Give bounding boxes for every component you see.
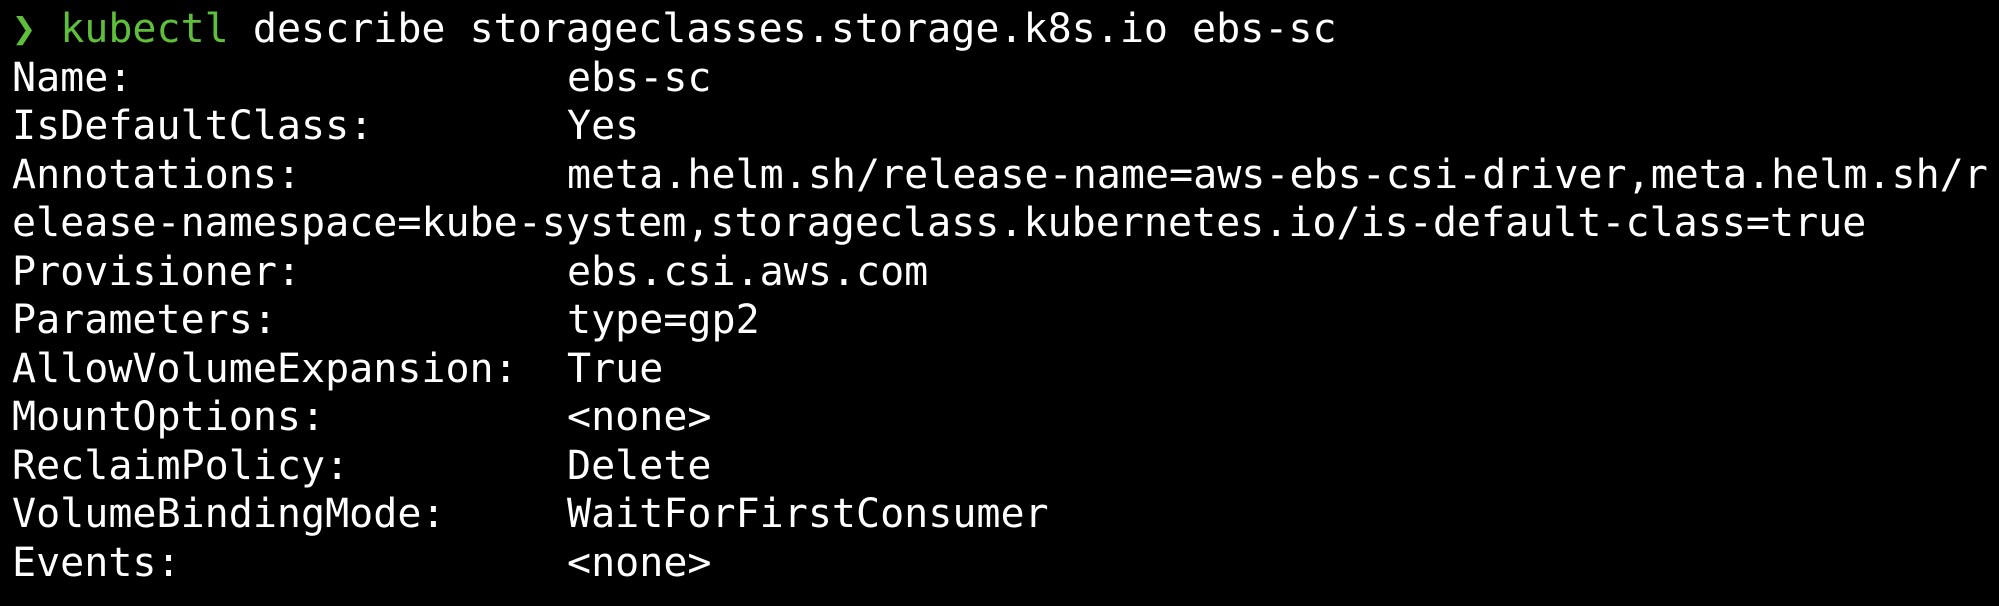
field-value: <none>: [567, 539, 712, 586]
field-value: WaitForFirstConsumer: [567, 491, 1049, 537]
output-line-annotations-continued: elease-namespace=kube-system,storageclas…: [0, 199, 1999, 248]
terminal-window[interactable]: ❯ kubectl describe storageclasses.storag…: [0, 0, 1999, 606]
command-arguments: describe storageclasses.storage.k8s.io e…: [252, 6, 1337, 52]
output-line-events: Events: <none>: [0, 539, 1999, 588]
output-line-mountoptions: MountOptions: <none>: [0, 393, 1999, 442]
command-binary: kubectl: [60, 6, 229, 52]
output-line-volumebindingmode: VolumeBindingMode: WaitForFirstConsumer: [0, 490, 1999, 539]
field-value-continued: elease-namespace=kube-system,storageclas…: [12, 200, 1867, 246]
output-line-provisioner: Provisioner: ebs.csi.aws.com: [0, 248, 1999, 297]
field-value: True: [567, 345, 664, 392]
field-value: type=gp2: [567, 297, 760, 343]
field-label: ReclaimPolicy:: [12, 442, 350, 489]
prompt-chevron-icon: ❯: [12, 6, 37, 52]
field-value: ebs-sc: [567, 54, 712, 101]
field-label: Parameters:: [12, 297, 277, 343]
output-line-annotations: Annotations: meta.helm.sh/release-name=aw…: [0, 151, 1999, 200]
field-label: IsDefaultClass:: [12, 103, 374, 149]
field-value: Delete: [567, 442, 712, 489]
field-label: Provisioner:: [12, 248, 301, 295]
field-value: Yes: [567, 103, 640, 149]
field-label: MountOptions:: [12, 394, 326, 440]
output-line-parameters: Parameters: type=gp2: [0, 296, 1999, 345]
field-value: ebs.csi.aws.com: [567, 248, 929, 295]
field-label: Annotations:: [12, 151, 301, 198]
output-line-name: Name: ebs-sc: [0, 54, 1999, 103]
command-line: ❯ kubectl describe storageclasses.storag…: [0, 5, 1999, 54]
field-label: AllowVolumeExpansion:: [12, 345, 518, 392]
field-label: Name:: [12, 54, 133, 101]
field-label: Events:: [12, 539, 181, 586]
field-value: <none>: [567, 394, 712, 440]
field-label: VolumeBindingMode:: [12, 491, 446, 537]
field-value: meta.helm.sh/release-name=aws-ebs-csi-dr…: [567, 151, 1988, 198]
output-line-reclaimpolicy: ReclaimPolicy: Delete: [0, 442, 1999, 491]
output-line-isdefaultclass: IsDefaultClass: Yes: [0, 102, 1999, 151]
output-line-allowvolumeexpansion: AllowVolumeExpansion: True: [0, 345, 1999, 394]
